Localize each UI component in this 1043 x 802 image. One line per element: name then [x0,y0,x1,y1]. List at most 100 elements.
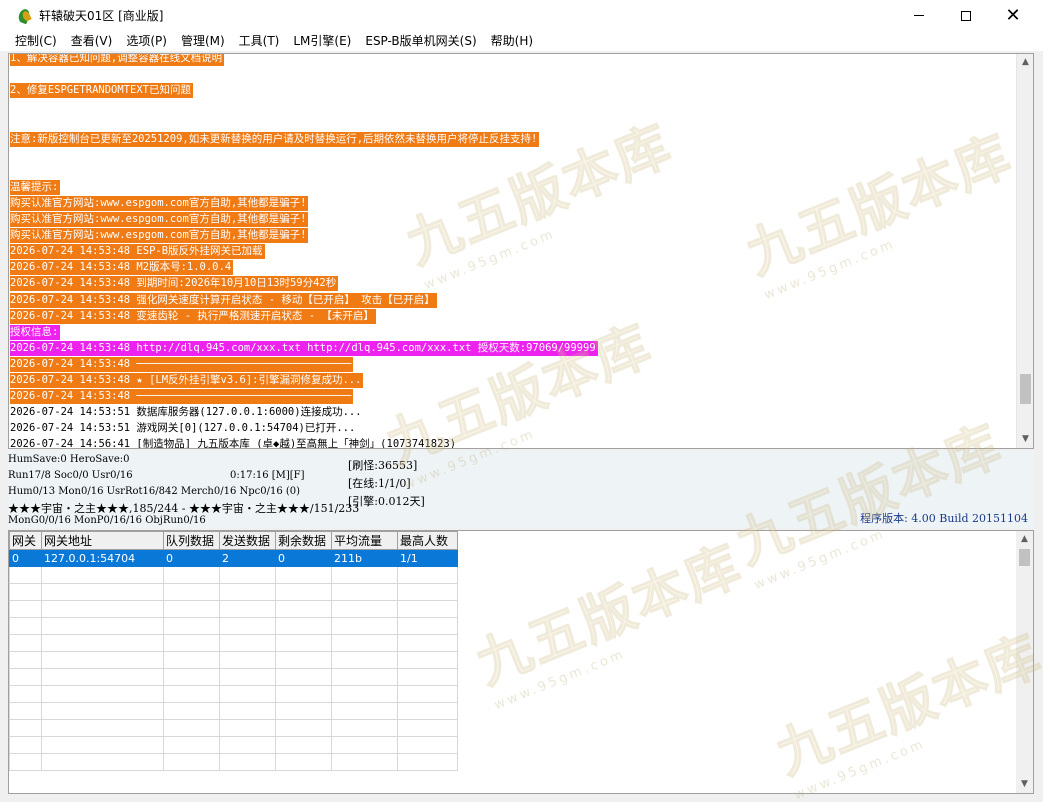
close-button[interactable]: ✕ [990,0,1036,31]
scroll-down-icon[interactable]: ▼ [1017,431,1033,448]
status-online: [在线:1/1/0] [348,477,411,490]
status-time: 0:17:16 [M][F] [230,470,305,481]
log-line: 2026-07-24 14:53:48 M2版本号:1.0.0.4 [10,260,234,276]
table-row[interactable] [9,736,458,754]
menu-manage[interactable]: 管理(M) [174,31,232,51]
column-header[interactable]: 网关 [9,531,42,550]
table-cell [9,702,42,720]
log-line: 2、修复ESPGETRANDOMTEXT已知问题 [10,83,193,99]
table-cell [219,566,276,584]
table-cell [397,753,458,771]
column-header[interactable]: 剩余数据 [275,531,332,550]
table-cell [397,583,458,601]
log-line: 2026-07-24 14:53:48 ★ [LM反外挂引擎v3.6]:引擎漏洞… [10,373,364,388]
table-cell [397,617,458,635]
table-cell [41,651,164,669]
grid-scroll-thumb[interactable] [1019,549,1030,566]
table-cell [9,651,42,669]
maximize-button[interactable] [943,0,989,31]
log-line: 2026-07-24 14:53:48 变速齿轮 - 执行严格测速开启状态 - … [10,308,376,324]
log-line: 2026-07-24 14:53:48 ────────────────────… [10,389,354,405]
table-cell [331,668,398,686]
table-cell [331,753,398,771]
table-cell [163,753,220,771]
status-hum: Hum0/13 Mon0/16 UsrRot16/842 Merch0/16 N… [8,486,301,497]
table-cell [41,736,164,754]
log-line: 2026-07-24 14:53:48 ────────────────────… [10,356,354,372]
minimize-icon [914,15,924,16]
column-header[interactable]: 发送数据 [219,531,276,550]
table-cell [331,685,398,703]
minimize-button[interactable] [896,0,942,31]
menu-options[interactable]: 选项(P) [119,31,174,51]
column-header[interactable]: 平均流量 [331,531,398,550]
log-line: 2026-07-24 14:56:41 [制造物品] 九五版本库 (卓◆越)至高… [10,438,457,448]
column-header[interactable]: 队列数据 [163,531,220,550]
table-cell [41,702,164,720]
grid-scroll-down-icon[interactable]: ▼ [1016,776,1033,793]
table-cell: 0 [163,549,220,567]
maximize-icon [961,10,971,21]
table-cell [275,600,332,618]
table-row[interactable] [9,685,458,703]
table-cell [275,753,332,771]
column-header[interactable]: 网关地址 [41,531,164,550]
table-cell [275,685,332,703]
menu-control[interactable]: 控制(C) [8,31,64,51]
menu-lm-engine[interactable]: LM引擎(E) [286,31,358,51]
status-mon: MonG0/0/16 MonP0/16/16 ObjRun0/16 [8,515,206,526]
table-cell [163,617,220,635]
table-row[interactable] [9,702,458,720]
column-header[interactable]: 最高人数 [397,531,458,550]
table-cell [41,566,164,584]
log-line: 购买认准官方网站:www.espgom.com官方自助,其他都是骗子! [10,195,309,211]
table-cell [397,685,458,703]
grid-scroll-up-icon[interactable]: ▲ [1016,531,1033,548]
table-cell [397,668,458,686]
menu-esp-gateway[interactable]: ESP-B版单机网关(S) [358,31,483,51]
table-row[interactable] [9,566,458,584]
table-cell [275,702,332,720]
table-row[interactable] [9,753,458,771]
log-line: 温馨提示: [10,179,61,195]
table-row[interactable] [9,719,458,737]
table-cell: 211b [331,549,398,567]
table-cell [219,685,276,703]
table-row[interactable] [9,600,458,618]
table-cell [163,651,220,669]
table-cell [219,719,276,737]
status-engine: [引擎:0.012天] [348,495,425,508]
scroll-thumb[interactable] [1020,374,1031,404]
log-scrollbar[interactable]: ▲ ▼ [1016,54,1033,448]
table-cell [9,736,42,754]
table-cell [397,566,458,584]
table-row[interactable] [9,651,458,669]
log-line: 2026-07-24 14:53:48 强化网关速度计算开启状态 - 移动【已开… [10,292,437,308]
table-cell [275,668,332,686]
table-cell [41,617,164,635]
menu-help[interactable]: 帮助(H) [484,31,540,51]
log-line: 注意:新版控制台已更新至20251209,如未更新替换的用户请及时替换运行,后期… [10,131,540,147]
table-row[interactable]: 0 127.0.0.1:54704 0 2 0 211b 1/1 [9,549,458,567]
table-cell [219,651,276,669]
table-cell [397,719,458,737]
table-cell [219,668,276,686]
table-row[interactable] [9,668,458,686]
menu-view[interactable]: 查看(V) [64,31,120,51]
gateway-grid[interactable]: 网关 网关地址 队列数据 发送数据 剩余数据 平均流量 最高人数 0 127.0.0.1:54… [8,530,1034,794]
log-panel[interactable]: 1、解决容器已知问题,调整容器在线文档说明 2、修复ESPGETRANDOMTEX… [8,53,1034,449]
grid-scrollbar[interactable]: ▲ ▼ [1016,531,1033,793]
table-row[interactable] [9,634,458,652]
table-cell [275,566,332,584]
table-cell [219,753,276,771]
table-cell [163,600,220,618]
scroll-up-icon[interactable]: ▲ [1017,54,1033,71]
table-row[interactable] [9,617,458,635]
menu-tools[interactable]: 工具(T) [232,31,287,51]
table-row[interactable] [9,583,458,601]
status-run: Run17/8 Soc0/0 Usr0/16 [8,470,133,481]
table-cell [397,736,458,754]
table-cell [219,600,276,618]
table-cell [163,719,220,737]
